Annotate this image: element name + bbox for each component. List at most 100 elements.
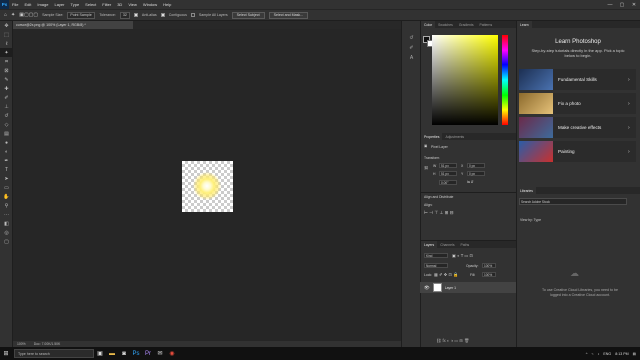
link-icon[interactable]: ⛓ — [424, 166, 428, 170]
rectangle-tool-icon[interactable]: ▭ — [0, 183, 13, 192]
menu-edit[interactable]: Edit — [21, 2, 34, 7]
color-swatches-icon[interactable]: ◧ — [0, 219, 13, 228]
learn-card-creative-effects[interactable]: Make creative effects › — [519, 117, 636, 138]
tab-channels[interactable]: Channels — [437, 241, 457, 248]
gradient-tool-icon[interactable]: ▤ — [0, 129, 13, 138]
libraries-search-input[interactable]: Search Adobe Stock — [519, 198, 627, 205]
lock-icons[interactable]: ▦ ✐ ✥ ⊡ 🔒 — [434, 272, 458, 278]
history-brush-icon[interactable]: ↺ — [0, 111, 13, 120]
notifications-icon[interactable]: ▤ — [633, 352, 636, 356]
language-indicator[interactable]: ENG — [603, 352, 611, 356]
tab-color[interactable]: Color — [421, 21, 436, 28]
tab-learn[interactable]: Learn — [517, 21, 532, 28]
visibility-eye-icon[interactable]: 👁 — [424, 285, 430, 291]
align-buttons-icons[interactable]: ⊢ ⊣ ⊤ ⊥ ⊞ ⊟ — [424, 210, 453, 216]
more-tools-icon[interactable]: ··· — [0, 210, 13, 219]
photoshop-taskbar-icon[interactable]: Ps — [130, 347, 142, 360]
opacity-input[interactable]: 100% — [482, 263, 496, 268]
menu-type[interactable]: Type — [68, 2, 83, 7]
height-input[interactable]: 51 px — [439, 171, 457, 176]
menu-file[interactable]: File — [9, 2, 21, 7]
menu-window[interactable]: Window — [140, 2, 160, 7]
tab-libraries[interactable]: Libraries — [517, 187, 537, 194]
learn-card-painting[interactable]: Painting › — [519, 141, 636, 162]
pen-tool-icon[interactable]: ✒ — [0, 156, 13, 165]
magic-wand-icon[interactable]: ✦ — [11, 12, 15, 18]
layer-filter-icons[interactable]: ▣ ◐ T ▭ ⊡ — [452, 253, 473, 258]
flip-icons[interactable]: ⇋ ⇵ — [467, 180, 474, 184]
view-by-select[interactable]: View by: Type — [520, 218, 541, 222]
crop-tool-icon[interactable]: ⌗ — [0, 57, 13, 66]
select-subject-button[interactable]: Select Subject — [231, 11, 265, 19]
file-explorer-icon[interactable]: ▬ — [106, 347, 118, 360]
maximize-icon[interactable]: ▢ — [616, 0, 628, 9]
menu-3d[interactable]: 3D — [114, 2, 125, 7]
character-panel-icon[interactable]: A — [402, 53, 421, 63]
marquee-tool-icon[interactable]: ⬚ — [0, 30, 13, 39]
move-tool-icon[interactable]: ✥ — [0, 21, 13, 30]
fill-input[interactable]: 100% — [482, 272, 496, 277]
zoom-tool-icon[interactable]: ⚲ — [0, 201, 13, 210]
layer-row[interactable]: 👁 Layer 1 — [420, 282, 516, 293]
menu-select[interactable]: Select — [82, 2, 99, 7]
brush-settings-icon[interactable]: ✐ — [402, 43, 421, 53]
minimize-icon[interactable]: — — [604, 0, 616, 9]
select-and-mask-button[interactable]: Select and Mask... — [268, 11, 309, 19]
network-icon[interactable]: ⌁ — [591, 352, 593, 356]
sample-size-select[interactable]: Point Sample — [67, 11, 96, 19]
history-panel-icon[interactable]: ↺ — [402, 33, 421, 43]
windows-start-icon[interactable]: ⊞ — [0, 347, 12, 360]
color-picker-field[interactable] — [432, 35, 498, 125]
menu-view[interactable]: View — [125, 2, 140, 7]
learn-card-fix-a-photo[interactable]: Fix a photo › — [519, 93, 636, 114]
browser-icon[interactable]: ◉ — [166, 347, 178, 360]
width-input[interactable]: 51 px — [439, 163, 457, 168]
tab-paths[interactable]: Paths — [458, 241, 473, 248]
dodge-tool-icon[interactable]: ◐ — [0, 147, 13, 156]
menu-image[interactable]: Image — [34, 2, 51, 7]
layers-footer-icons[interactable]: ⛓ fx ◐ ◑ ▭ ⊞ 🗑 — [436, 338, 469, 344]
task-view-icon[interactable]: ▣ — [94, 347, 106, 360]
quick-mask-icon[interactable]: ◎ — [0, 228, 13, 237]
blend-mode-select[interactable]: Normal — [424, 263, 448, 268]
y-input[interactable]: 0 px — [467, 171, 485, 176]
tab-swatches[interactable]: Swatches — [435, 21, 456, 28]
tab-adjustments[interactable]: Adjustments — [442, 133, 467, 140]
lasso-tool-icon[interactable]: ℓ — [0, 39, 13, 48]
tab-gradients[interactable]: Gradients — [456, 21, 477, 28]
document-tab[interactable]: cursor@2x.png @ 100% (Layer 1, RGB/8) * — [13, 21, 133, 29]
close-icon[interactable]: ✕ — [628, 0, 640, 9]
tray-chevron-icon[interactable]: ^ — [586, 352, 588, 356]
magic-wand-tool-icon[interactable]: ✦ — [0, 48, 13, 57]
hue-slider[interactable] — [502, 35, 508, 125]
zoom-level[interactable]: 100% — [17, 342, 26, 346]
clone-stamp-icon[interactable]: ⊥ — [0, 102, 13, 111]
clock[interactable]: 8:13 PM — [615, 352, 628, 356]
healing-brush-icon[interactable]: ✚ — [0, 84, 13, 93]
type-tool-icon[interactable]: T — [0, 165, 13, 174]
anti-alias-checkbox[interactable] — [133, 13, 138, 17]
selection-mode-icon[interactable]: ▣▢▢▢ — [19, 12, 38, 18]
blur-tool-icon[interactable]: ● — [0, 138, 13, 147]
mail-icon[interactable]: ✉ — [154, 347, 166, 360]
tolerance-input[interactable]: 32 — [119, 11, 130, 19]
sample-all-checkbox[interactable] — [190, 13, 195, 17]
eraser-tool-icon[interactable]: ◇ — [0, 120, 13, 129]
menu-help[interactable]: Help — [160, 2, 174, 7]
learn-card-fundamental-skills[interactable]: Fundamental Skills › — [519, 69, 636, 90]
premiere-taskbar-icon[interactable]: Pr — [142, 347, 154, 360]
eyedropper-tool-icon[interactable]: ✎ — [0, 75, 13, 84]
screen-mode-icon[interactable]: ▢ — [0, 237, 13, 246]
volume-icon[interactable]: ♪ — [598, 352, 600, 356]
path-selection-icon[interactable]: ➤ — [0, 174, 13, 183]
home-icon[interactable]: ⌂ — [4, 12, 7, 18]
menu-filter[interactable]: Filter — [99, 2, 114, 7]
contiguous-checkbox[interactable] — [160, 13, 165, 17]
layer-name[interactable]: Layer 1 — [445, 286, 456, 290]
frame-tool-icon[interactable]: ⊠ — [0, 66, 13, 75]
hand-tool-icon[interactable]: ✋ — [0, 192, 13, 201]
store-icon[interactable]: ◙ — [118, 347, 130, 360]
tab-properties[interactable]: Properties — [421, 133, 443, 140]
tab-layers[interactable]: Layers — [421, 241, 438, 248]
taskbar-search-input[interactable]: Type here to search — [14, 349, 94, 358]
